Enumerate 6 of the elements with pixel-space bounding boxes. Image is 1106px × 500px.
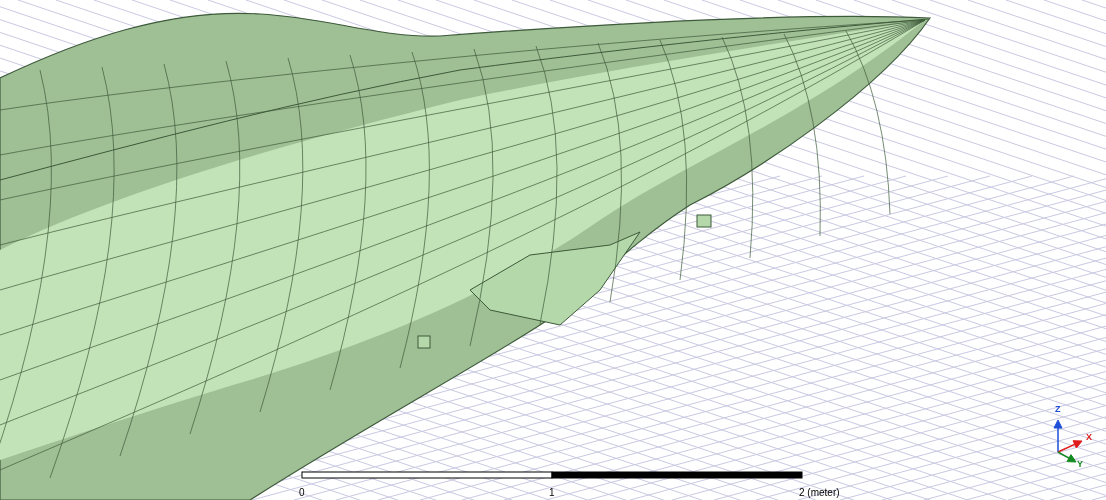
scale-label: 1 (549, 487, 555, 498)
axis-label: Z (1055, 404, 1061, 414)
axis-label: Y (1077, 459, 1083, 469)
scale-label: 0 (299, 487, 305, 498)
axis-label: X (1086, 432, 1092, 442)
scale-label: 2 (meter) (799, 487, 840, 498)
